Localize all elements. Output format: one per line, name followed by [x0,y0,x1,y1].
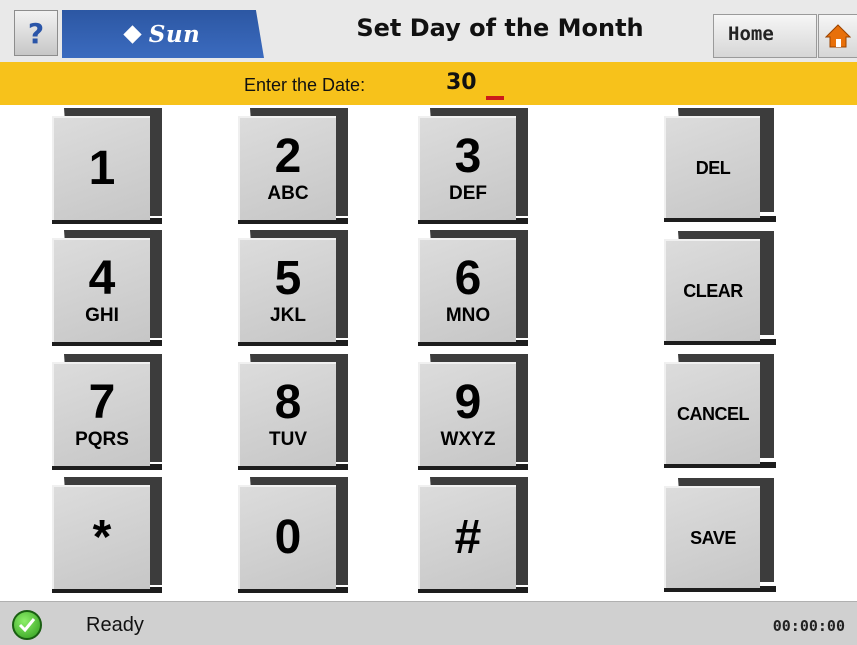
clear-label: CLEAR [683,280,743,301]
clear-button[interactable]: CLEAR [664,231,776,347]
key-letters: JKL [270,305,306,326]
del-label: DEL [695,157,731,178]
checkmark-icon [12,610,42,640]
key-digit: 9 [454,376,482,429]
home-button[interactable]: Home [713,14,817,58]
key-digit: 4 [88,252,116,305]
key-letters: DEF [449,183,487,204]
key-letters: ABC [267,183,309,204]
key-4[interactable]: 4 GHI [52,230,162,350]
del-button[interactable]: DEL [664,108,776,224]
key-letters: WXYZ [440,429,496,450]
save-label: SAVE [690,527,736,548]
logo-text: Sun [148,20,201,48]
help-button[interactable]: ? [14,10,58,56]
entry-label: Enter the Date: [244,75,366,95]
cancel-label: CANCEL [677,403,750,424]
key-digit: 1 [88,142,116,195]
key-digit: 7 [88,376,116,429]
house-icon [825,24,851,48]
key-digit: 3 [454,130,482,183]
save-button[interactable]: SAVE [664,478,776,594]
key-letters: MNO [445,305,491,326]
keypad: 1 2 ABC 3 DEF DEL 4 GHI 5 JKL 6 MNO CLEAR 7 PQ… [0,105,857,599]
key-letters: PQRS [75,429,129,450]
sun-logo: Sun [62,10,264,58]
key-5[interactable]: 5 JKL [238,230,348,350]
status-text: Ready [86,614,144,636]
cancel-button[interactable]: CANCEL [664,354,776,470]
key-6[interactable]: 6 MNO [418,230,528,350]
key-star[interactable]: * [52,477,162,597]
key-hash[interactable]: # [418,477,528,597]
entry-bar: Enter the Date: 30 [0,62,857,105]
key-digit: 5 [274,252,302,305]
key-1[interactable]: 1 [52,108,162,228]
key-digit: # [454,511,482,564]
key-digit: * [92,511,112,564]
key-digit: 2 [274,130,302,183]
logo-diamond-icon [123,24,142,44]
key-0[interactable]: 0 [238,477,348,597]
key-2[interactable]: 2 ABC [238,108,348,228]
key-7[interactable]: 7 PQRS [52,354,162,474]
clock: 00:00:00 [772,617,845,635]
date-input[interactable]: 30 [446,70,477,95]
key-letters: TUV [269,429,307,450]
key-digit: 8 [274,376,302,429]
key-3[interactable]: 3 DEF [418,108,528,228]
key-letters: GHI [85,305,119,326]
home-icon-button[interactable] [818,14,857,58]
key-9[interactable]: 9 WXYZ [418,354,528,474]
key-digit: 0 [274,511,302,564]
top-bar: ? Sun Set Day of the Month Home [0,0,857,62]
key-digit: 6 [454,252,482,305]
text-cursor [486,96,504,100]
status-bar: Ready 00:00:00 [0,601,857,645]
page-title: Set Day of the Month [356,14,644,42]
key-8[interactable]: 8 TUV [238,354,348,474]
